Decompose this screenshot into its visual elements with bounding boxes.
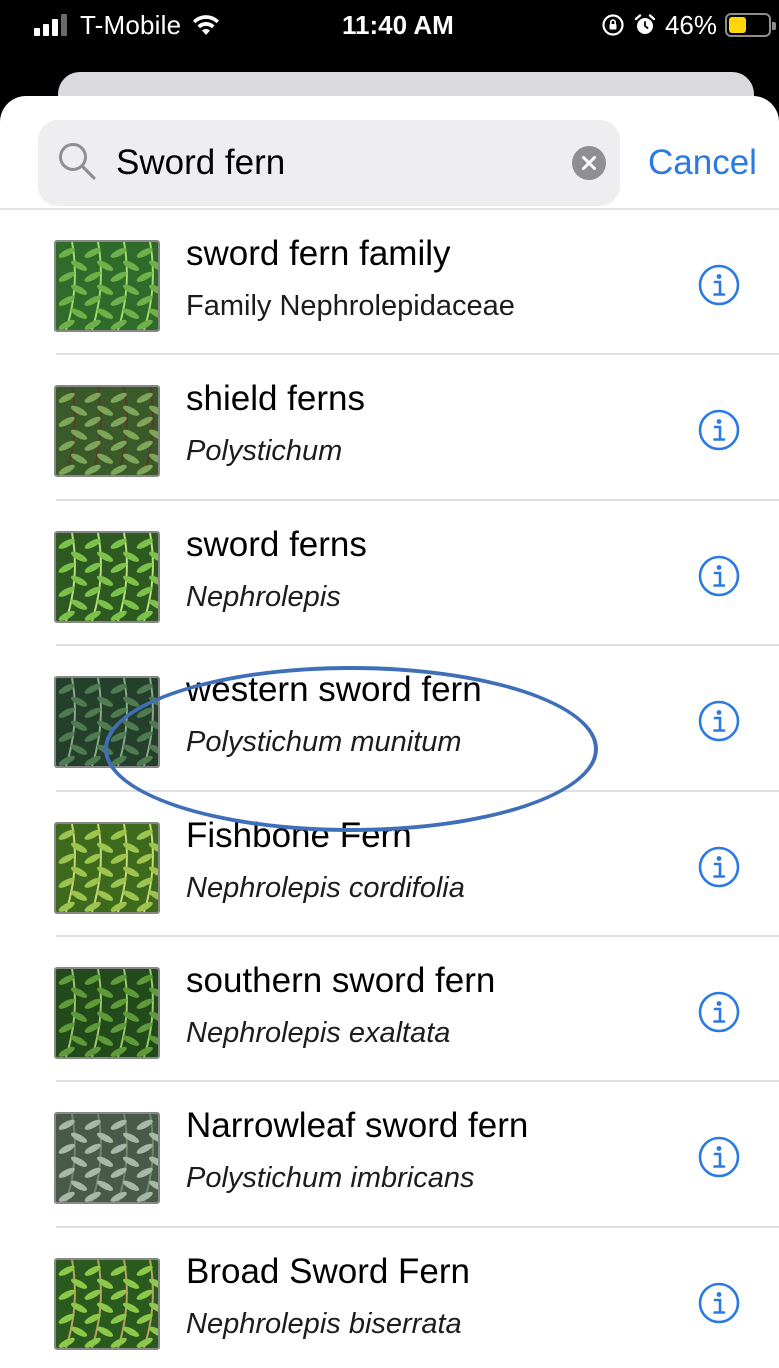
fern-thumbnail	[54, 676, 160, 769]
info-circle-icon[interactable]	[698, 555, 740, 597]
cancel-button[interactable]: Cancel	[648, 120, 757, 206]
info-circle-icon[interactable]	[698, 264, 740, 306]
result-subtitle: Polystichum	[186, 435, 343, 468]
result-subtitle: Polystichum imbricans	[186, 1162, 475, 1195]
info-circle-icon[interactable]	[698, 1282, 740, 1324]
search-input[interactable]	[116, 120, 556, 206]
result-row[interactable]: sword ferns Nephrolepis	[0, 501, 779, 647]
status-bar: T-Mobile 11:40 AM 46%	[0, 0, 779, 50]
battery-icon	[725, 13, 776, 37]
result-row[interactable]: Fishbone Fern Nephrolepis cordifolia	[0, 792, 779, 937]
search-sheet: Cancel sword fern family Family Nephrole…	[0, 96, 779, 1368]
info-circle-icon[interactable]	[698, 409, 740, 451]
result-subtitle: Nephrolepis exaltata	[186, 1017, 451, 1049]
alarm-icon	[634, 14, 656, 34]
result-row[interactable]: Narrowleaf sword fern Polystichum imbric…	[0, 1082, 779, 1228]
rotation-lock-icon	[602, 14, 624, 36]
magnifier-icon	[59, 143, 96, 180]
result-title: sword ferns	[186, 524, 367, 564]
result-title: Narrowleaf sword fern	[186, 1106, 529, 1146]
result-row[interactable]: southern sword fern Nephrolepis exaltata	[0, 937, 779, 1083]
result-title: Fishbone Fern	[186, 815, 412, 855]
screen: T-Mobile 11:40 AM 46% Sword fern Cancel …	[0, 0, 779, 1368]
carrier-name: T-Mobile	[80, 9, 182, 40]
result-subtitle: Nephrolepis biserrata	[186, 1307, 462, 1340]
result-title: western sword fern	[186, 670, 482, 710]
info-circle-icon[interactable]	[698, 700, 740, 742]
fern-thumbnail	[54, 385, 160, 478]
result-row[interactable]: Broad Sword Fern Nephrolepis biserrata	[0, 1228, 779, 1368]
info-circle-icon[interactable]	[698, 1136, 740, 1178]
result-subtitle: Family Nephrolepidaceae	[186, 290, 515, 322]
result-row[interactable]: western sword fern Polystichum munitum	[0, 646, 779, 792]
result-subtitle: Nephrolepis cordifolia	[186, 871, 465, 904]
result-row[interactable]: shield ferns Polystichum	[0, 355, 779, 501]
signal-strength-icon	[34, 14, 70, 36]
fern-thumbnail	[54, 821, 160, 914]
fern-thumbnail	[54, 1257, 160, 1350]
search-field[interactable]	[38, 120, 620, 206]
fern-thumbnail	[54, 967, 160, 1059]
fern-thumbnail	[54, 1112, 160, 1205]
clear-x-icon[interactable]	[572, 146, 606, 180]
search-row: Cancel	[0, 96, 779, 208]
battery-percent: 46%	[664, 9, 717, 40]
status-left: T-Mobile	[34, 8, 221, 42]
battery-level-fill	[729, 17, 746, 33]
result-subtitle: Polystichum munitum	[186, 726, 462, 759]
info-circle-icon[interactable]	[698, 846, 740, 888]
clock: 11:40 AM	[342, 10, 454, 40]
fern-thumbnail	[54, 240, 160, 332]
result-title: Broad Sword Fern	[186, 1251, 471, 1291]
status-right: 46%	[601, 8, 776, 42]
result-title: southern sword fern	[186, 961, 496, 1000]
fern-thumbnail	[54, 530, 160, 623]
result-title: shield ferns	[186, 379, 365, 419]
result-subtitle: Nephrolepis	[186, 580, 341, 613]
result-title: sword fern family	[186, 234, 451, 273]
result-row[interactable]: sword fern family Family Nephrolepidacea…	[0, 210, 779, 356]
wifi-icon	[193, 15, 220, 35]
info-circle-icon[interactable]	[698, 991, 740, 1033]
